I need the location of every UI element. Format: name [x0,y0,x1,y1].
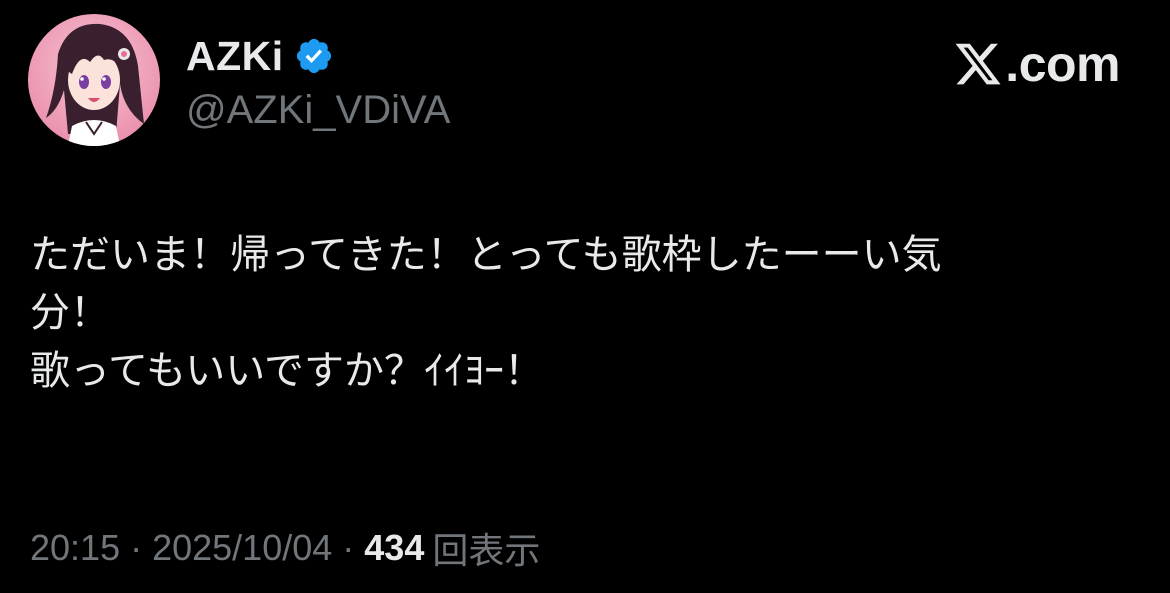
tweet-line: ただいま！帰ってきた！とっても歌枠したーーい気 [30,232,942,278]
tweet-meta: 20:15 · 2025/10/04 · 434 回表示 [30,522,540,574]
tweet-date[interactable]: 2025/10/04 [152,527,332,569]
author-handle[interactable]: @AZKi_VDiVA [186,88,450,133]
x-logo-icon [953,39,1003,89]
tweet-line: 分！ [30,290,110,336]
views-label: 回表示 [432,531,541,572]
verified-badge-icon [294,36,334,76]
display-name[interactable]: AZKi [186,33,284,80]
avatar-image [28,14,160,146]
brand-logo: .com [953,36,1120,92]
author-name-row[interactable]: AZKi [186,30,334,82]
meta-separator: · [342,527,355,568]
avatar[interactable] [28,14,160,146]
tweet-line: 歌ってもいいですか？ｲｲﾖｰ！ [30,348,544,394]
meta-separator: · [130,527,143,568]
views-count[interactable]: 434 [364,527,424,569]
tweet-text: ただいま！帰ってきた！とっても歌枠したーーい気 分！ 歌ってもいいですか？ｲｲﾖ… [30,226,1140,400]
brand-domain: .com [1005,36,1120,92]
tweet-time[interactable]: 20:15 [30,527,120,569]
